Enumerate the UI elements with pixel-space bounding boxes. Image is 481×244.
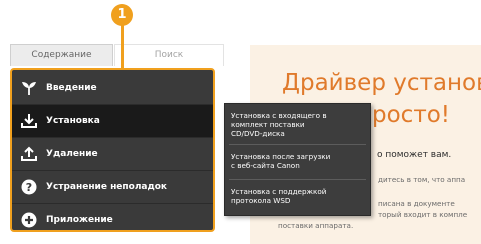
nav-item-introduction[interactable]: Введение	[12, 72, 213, 104]
callout-badge: 1	[111, 4, 133, 26]
sprout-icon	[20, 79, 38, 97]
tab-search[interactable]: Поиск	[114, 44, 224, 66]
submenu-item-download[interactable]: Установка после загрузки с веб-сайта Can…	[225, 149, 370, 173]
submenu-item-text: протокола WSD	[231, 196, 291, 205]
submenu-item-wsd[interactable]: Установка с поддержкой протокола WSD	[225, 184, 370, 208]
callout-line	[121, 22, 124, 68]
nav-item-appendix[interactable]: Приложение	[12, 204, 213, 230]
help-window: Драйвер установ росто! о поможет вам. ди…	[0, 0, 481, 244]
submenu-item-text: CD/DVD-диска	[231, 129, 285, 138]
tab-contents[interactable]: Содержание	[10, 44, 113, 66]
nav-item-label: Устранение неполадок	[46, 182, 168, 192]
nav-item-installation[interactable]: Установка	[12, 105, 213, 137]
content-title: Драйвер установ	[282, 70, 481, 96]
help-icon: ?	[20, 178, 38, 196]
nav-item-label: Удаление	[46, 149, 98, 159]
nav-item-uninstall[interactable]: Удаление	[12, 138, 213, 170]
submenu-divider	[229, 144, 366, 145]
content-subtitle: о поможет вам.	[377, 150, 452, 160]
installation-submenu: Установка с входящего в комплект поставк…	[224, 103, 371, 216]
submenu-item-text: Установка после загрузки	[231, 152, 331, 161]
contents-nav: Введение Установка Удаление ? Устранение…	[10, 68, 215, 232]
submenu-item-text: Установка с поддержкой	[231, 187, 327, 196]
content-text-line: торый входит в компле	[378, 210, 468, 219]
svg-text:?: ?	[26, 181, 32, 194]
submenu-divider	[229, 179, 366, 180]
install-icon	[20, 112, 38, 130]
nav-item-label: Введение	[46, 83, 97, 93]
content-text-line: писана в документе	[378, 199, 455, 208]
content-text-line: дитесь в том, что аппа	[378, 175, 466, 184]
panel-tabs: Содержание Поиск	[10, 44, 224, 66]
content-title-line2: росто!	[372, 102, 451, 128]
nav-item-label: Установка	[46, 116, 100, 126]
uninstall-icon	[20, 145, 38, 163]
submenu-item-text: с веб-сайта Canon	[231, 161, 300, 170]
content-text-line: поставки аппарата.	[278, 221, 354, 230]
submenu-item-text: комплект поставки	[231, 120, 305, 129]
nav-item-troubleshooting[interactable]: ? Устранение неполадок	[12, 171, 213, 203]
submenu-item-cd-dvd[interactable]: Установка с входящего в комплект поставк…	[225, 110, 370, 139]
nav-item-label: Приложение	[46, 215, 113, 225]
plus-icon	[20, 211, 38, 229]
submenu-item-text: Установка с входящего в	[231, 111, 327, 120]
